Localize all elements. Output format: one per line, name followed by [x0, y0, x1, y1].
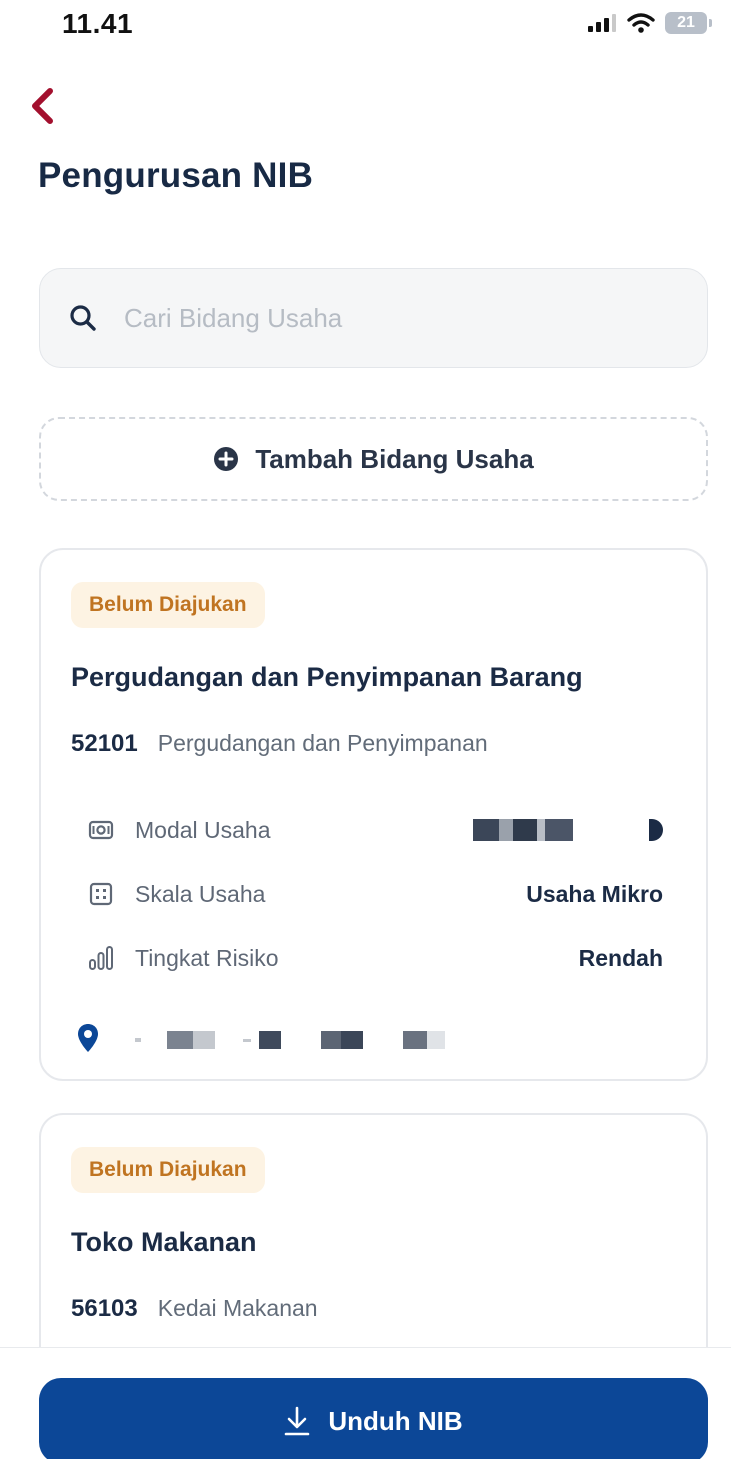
kbli-code: 52101	[71, 730, 138, 757]
bar-chart-icon	[87, 944, 115, 972]
business-card[interactable]: Belum Diajukan Toko Makanan 56103 Kedai …	[39, 1113, 708, 1373]
status-bar: 11.41 21	[0, 0, 731, 56]
status-badge: Belum Diajukan	[71, 582, 265, 628]
download-icon	[285, 1406, 310, 1436]
kbli-code: 56103	[71, 1295, 138, 1322]
info-value: Usaha Mikro	[526, 880, 663, 907]
plus-circle-icon	[214, 447, 239, 471]
location-pin-icon	[77, 1023, 99, 1058]
info-label: Tingkat Risiko	[135, 944, 279, 971]
wifi-icon	[627, 13, 655, 33]
info-row-skala: Skala Usaha Usaha Mikro	[87, 876, 663, 912]
status-time: 11.41	[62, 8, 134, 39]
card-title: Pergudangan dan Penyimpanan Barang	[71, 662, 583, 692]
download-nib-button[interactable]: Unduh NIB	[39, 1378, 708, 1459]
chevron-left-icon	[32, 88, 53, 124]
business-card[interactable]: Belum Diajukan Pergudangan dan Penyimpan…	[39, 548, 708, 1081]
info-value: Rendah	[578, 944, 663, 971]
kbli-row: 56103 Kedai Makanan	[71, 1295, 318, 1323]
search-bar[interactable]	[39, 268, 708, 368]
kbli-description: Kedai Makanan	[157, 1295, 318, 1321]
status-icons: 21	[587, 12, 712, 34]
location-value-masked	[135, 1031, 445, 1049]
bottom-action-bar: Unduh NIB	[0, 1347, 731, 1459]
card-title: Toko Makanan	[71, 1227, 257, 1257]
back-button[interactable]	[20, 84, 64, 128]
search-icon	[70, 305, 96, 331]
info-row-modal: Modal Usaha	[87, 812, 663, 848]
add-business-field-button[interactable]: Tambah Bidang Usaha	[39, 417, 708, 501]
info-label: Modal Usaha	[135, 816, 271, 843]
grid-icon	[87, 880, 115, 908]
location-row	[77, 1022, 445, 1058]
money-icon	[87, 816, 115, 844]
page-title: Pengurusan NIB	[38, 156, 314, 195]
add-button-label: Tambah Bidang Usaha	[255, 443, 534, 474]
info-row-risiko: Tingkat Risiko Rendah	[87, 940, 663, 976]
kbli-description: Pergudangan dan Penyimpanan	[157, 730, 488, 756]
battery-icon: 21	[665, 12, 712, 34]
modal-value-masked	[473, 819, 663, 841]
search-input[interactable]	[124, 302, 644, 334]
kbli-row: 52101 Pergudangan dan Penyimpanan	[71, 730, 488, 758]
status-badge: Belum Diajukan	[71, 1147, 265, 1193]
download-button-label: Unduh NIB	[328, 1405, 463, 1436]
battery-level: 21	[677, 14, 695, 31]
info-label: Skala Usaha	[135, 880, 266, 907]
signal-icon	[588, 14, 616, 32]
